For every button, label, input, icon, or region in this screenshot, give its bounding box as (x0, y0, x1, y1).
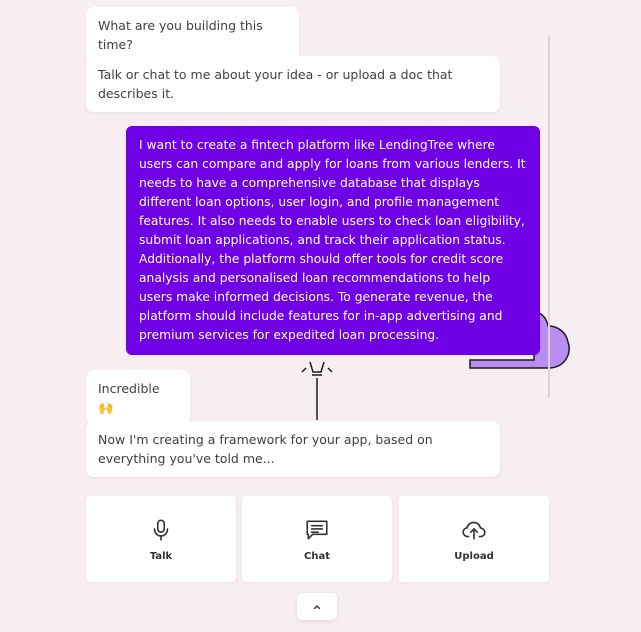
microphone-icon (153, 518, 169, 541)
message-text: Now I'm creating a framework for your ap… (98, 432, 433, 466)
upload-button-label: Upload (454, 550, 494, 562)
talk-button-label: Talk (149, 550, 173, 562)
chevron-up-icon (313, 604, 321, 609)
chat-button-label: Chat (304, 550, 330, 562)
message-text: I want to create a fintech platform like… (139, 138, 526, 342)
message-text: Talk or chat to me about your idea - or … (98, 67, 453, 101)
assistant-message: Incredible 🙌 (86, 370, 190, 426)
chat-icon (306, 520, 328, 539)
assistant-message: Now I'm creating a framework for your ap… (86, 421, 500, 477)
scrollbar-track[interactable] (548, 36, 550, 398)
message-text: Incredible 🙌 (98, 381, 160, 415)
message-text: What are you building this time? (98, 18, 263, 52)
assistant-message: What are you building this time? (86, 7, 299, 63)
cloud-upload-icon (462, 521, 486, 539)
assistant-message: Talk or chat to me about your idea - or … (86, 56, 500, 112)
user-message: I want to create a fintech platform like… (126, 126, 540, 355)
collapse-button[interactable] (297, 593, 337, 620)
talk-button[interactable]: Talk (86, 496, 236, 582)
chat-button[interactable]: Chat (242, 496, 392, 582)
lightbulb-icon (301, 361, 333, 420)
upload-button[interactable]: Upload (399, 496, 549, 582)
